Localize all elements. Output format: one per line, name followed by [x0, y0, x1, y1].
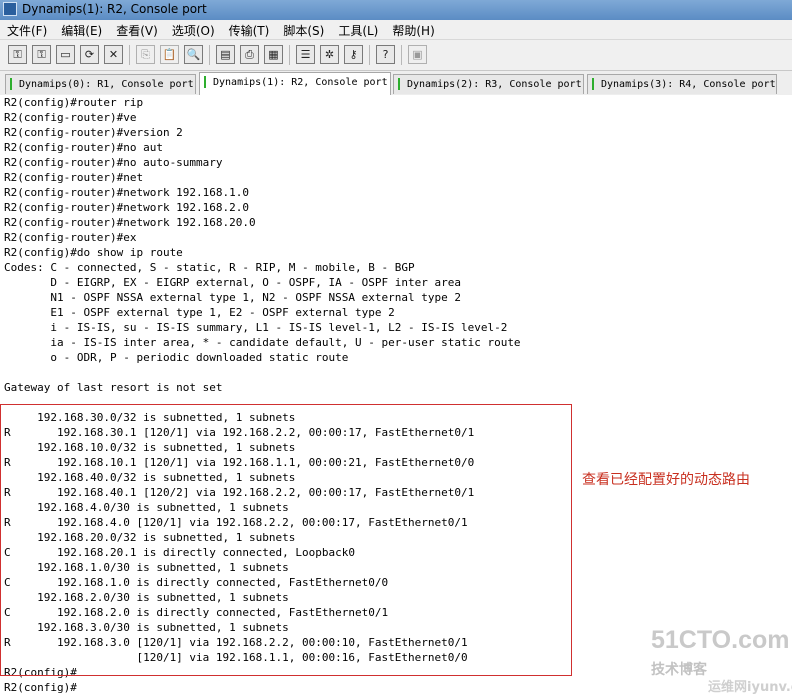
paste-icon[interactable]: 📋 [160, 45, 179, 64]
terminal-line: R2(config-router)#net [4, 171, 144, 184]
terminal-line: Codes: C - connected, S - static, R - RI… [4, 261, 415, 274]
session-options-icon[interactable]: ☰ [296, 45, 315, 64]
connected-indicator-icon [10, 78, 12, 90]
sftp-icon[interactable]: ▣ [408, 45, 427, 64]
menu-item-4[interactable]: 传输(T) [222, 22, 277, 40]
menu-item-2[interactable]: 查看(V) [109, 22, 165, 40]
title-bar: Dynamips(1): R2, Console port [0, 0, 792, 21]
quick-connect-icon[interactable]: ⚿ [32, 45, 51, 64]
menu-item-0[interactable]: 文件(F) [0, 22, 54, 40]
tab-label: Dynamips(3): R4, Console port [601, 79, 776, 90]
window-title: Dynamips(1): R2, Console port [22, 2, 207, 16]
terminal-line: R2(config-router)#ex [4, 231, 137, 244]
menu-item-6[interactable]: 工具(L) [331, 22, 385, 40]
terminal-line: R2(config-router)#ve [4, 111, 137, 124]
toolbar: ⚿ ⚿ ▭ ⟳ ✕ ⎘ 📋 🔍 ▤ ⎙ ▦ ☰ ✲ ⚷? ▣ [0, 40, 792, 71]
watermark-site: 51CTO.com [651, 626, 790, 654]
watermark-brand-text: 运维网 [708, 680, 748, 695]
terminal-line: Gateway of last resort is not set [4, 381, 223, 394]
print-screen-icon[interactable]: ▦ [264, 45, 283, 64]
toolbar-separator [401, 45, 402, 65]
terminal-line: o - ODR, P - periodic downloaded static … [4, 351, 349, 364]
terminal-line: i - IS-IS, su - IS-IS summary, L1 - IS-I… [4, 321, 508, 334]
find-icon[interactable]: 🔍 [184, 45, 203, 64]
terminal-line: R2(config-router)#no aut [4, 141, 163, 154]
menu-bar: 文件(F) 编辑(E) 查看(V) 选项(O) 传输(T) 脚本(S) 工具(L) 帮助(H) [0, 20, 792, 40]
toolbar-separator [209, 45, 210, 65]
toolbar-separator [129, 45, 130, 65]
print-icon[interactable]: ⎙ [240, 45, 259, 64]
connected-indicator-icon [398, 78, 400, 90]
terminal-line: R2(config)#router rip [4, 96, 144, 109]
menu-item-5[interactable]: 脚本(S) [276, 22, 331, 40]
tab-session-0[interactable]: Dynamips(0): R1, Console port [5, 74, 196, 94]
watermark-url: iyunv.com [747, 680, 792, 695]
connected-indicator-icon [204, 76, 206, 88]
toolbar-separator [289, 45, 290, 65]
terminal-line: ia - IS-IS inter area, * - candidate def… [4, 336, 521, 349]
tab-session-1[interactable]: Dynamips(1): R2, Console port [199, 72, 391, 95]
connected-indicator-icon [592, 78, 594, 90]
copy-icon[interactable]: ⎘ [136, 45, 155, 64]
print-setup-icon[interactable]: ▤ [216, 45, 235, 64]
tab-label: Dynamips(1): R2, Console port [213, 77, 388, 88]
tab-session-3[interactable]: Dynamips(3): R4, Console port [587, 74, 777, 94]
global-options-icon[interactable]: ✲ [320, 45, 339, 64]
tab-label: Dynamips(0): R1, Console port [19, 79, 194, 90]
connect-tab-icon[interactable]: ▭ [56, 45, 75, 64]
terminal-line: R2(config-router)#version 2 [4, 126, 183, 139]
connect-icon[interactable]: ⚿ [8, 45, 27, 64]
routing-table-highlight [0, 404, 572, 676]
keymap-icon[interactable]: ⚷ [344, 45, 363, 64]
terminal-line: R2(config)# [4, 681, 77, 694]
disconnect-icon[interactable]: ✕ [104, 45, 123, 64]
tab-label: Dynamips(2): R3, Console port [407, 79, 582, 90]
terminal-line: E1 - OSPF external type 1, E2 - OSPF ext… [4, 306, 395, 319]
annotation-note: 查看已经配置好的动态路由 [582, 472, 750, 488]
terminal-line: R2(config-router)#network 192.168.20.0 [4, 216, 256, 229]
tab-session-2[interactable]: Dynamips(2): R3, Console port [393, 74, 584, 94]
terminal-line: R2(config)#do show ip route [4, 246, 183, 259]
terminal-line: R2(config-router)#network 192.168.2.0 [4, 201, 250, 214]
app-icon [3, 2, 17, 16]
menu-item-1[interactable]: 编辑(E) [54, 22, 109, 40]
menu-item-7[interactable]: 帮助(H) [385, 22, 441, 40]
toolbar-separator [369, 45, 370, 65]
reconnect-icon[interactable]: ⟳ [80, 45, 99, 64]
menu-item-3[interactable]: 选项(O) [165, 22, 222, 40]
watermark-brand: 运维网iyunv.com [708, 676, 792, 695]
session-tab-bar: Dynamips(0): R1, Console port Dynamips(1)… [0, 71, 792, 96]
terminal-line: R2(config-router)#no auto-summary [4, 156, 223, 169]
terminal-line: D - EIGRP, EX - EIGRP external, O - OSPF… [4, 276, 461, 289]
terminal-line: N1 - OSPF NSSA external type 1, N2 - OSP… [4, 291, 461, 304]
terminal-line: R2(config-router)#network 192.168.1.0 [4, 186, 250, 199]
help-icon[interactable]: ? [376, 45, 395, 64]
watermark-tagline: 技术博客 [651, 662, 707, 678]
